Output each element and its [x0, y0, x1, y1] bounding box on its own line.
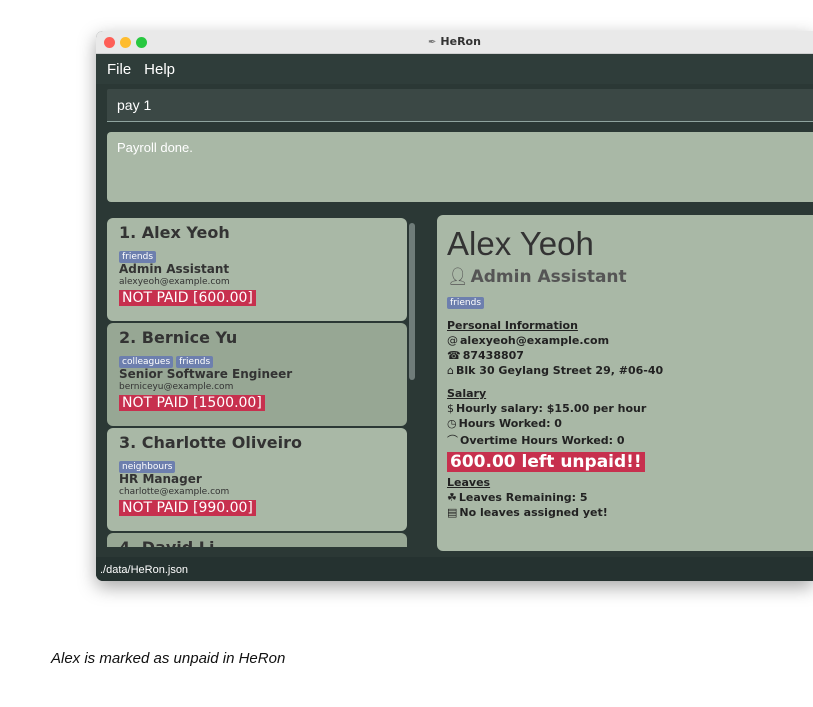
- app-window: ✒HeRon File Help Payroll done. 1. Alex Y…: [96, 31, 813, 581]
- person-email: berniceyu@example.com: [119, 382, 234, 392]
- payment-status: NOT PAID [600.00]: [119, 290, 256, 306]
- menu-bar: File Help: [96, 54, 813, 84]
- detail-address-text: Blk 30 Geylang Street 29, #06-40: [455, 364, 664, 377]
- menu-help[interactable]: Help: [144, 61, 175, 78]
- person-card[interactable]: 3. Charlotte Oliveiro neighbours HR Mana…: [107, 428, 407, 531]
- figure-caption: Alex is marked as unpaid in HeRon: [51, 650, 286, 667]
- overtime-icon: ⌒: [447, 434, 458, 447]
- person-detail-panel: Alex Yeoh 👤︎ Admin Assistant friends Pers…: [437, 215, 813, 551]
- person-role: HR Manager: [119, 472, 202, 486]
- dollar-icon: $: [447, 402, 454, 415]
- salary-heading: Salary: [447, 387, 487, 400]
- detail-email: @ alexyeoh@example.com: [447, 334, 803, 347]
- detail-email-text: alexyeoh@example.com: [460, 334, 610, 347]
- person-name: 1. Alex Yeoh: [119, 223, 230, 242]
- person-name: 3. Charlotte Oliveiro: [119, 433, 303, 452]
- detail-hours: ◷ Hours Worked: 0: [447, 417, 803, 430]
- leaves-icon: ☘: [447, 491, 457, 504]
- status-bar: ./data/HeRon.json: [96, 557, 813, 581]
- detail-phone: ☎ 87438807: [447, 349, 803, 362]
- detail-overtime: ⌒ Overtime Hours Worked: 0: [447, 432, 803, 448]
- detail-overtime-text: Overtime Hours Worked: 0: [460, 434, 625, 447]
- window-title: ✒ HeRon: [96, 35, 813, 48]
- person-email: alexyeoh@example.com: [119, 277, 230, 287]
- detail-leaves-remaining: ☘ Leaves Remaining: 5: [447, 491, 803, 504]
- detail-phone-text: 87438807: [462, 349, 524, 362]
- command-box: [107, 89, 813, 122]
- person-card[interactable]: 2. Bernice Yu colleagues friends Senior S…: [107, 323, 407, 426]
- menu-file[interactable]: File: [107, 61, 131, 78]
- house-icon: ⌂: [447, 364, 454, 377]
- title-bar: ✒ HeRon: [96, 31, 813, 54]
- person-role: Senior Software Engineer: [119, 367, 293, 381]
- window-title-text: HeRon: [440, 35, 481, 48]
- payment-status: NOT PAID [1500.00]: [119, 395, 265, 411]
- command-input[interactable]: [107, 89, 813, 121]
- detail-name: Alex Yeoh: [447, 225, 594, 262]
- detail-hours-text: Hours Worked: 0: [458, 417, 562, 430]
- feather-icon: ✒: [428, 37, 437, 48]
- calendar-icon: ▤: [447, 506, 458, 519]
- detail-leaves-remaining-text: Leaves Remaining: 5: [458, 491, 588, 504]
- list-scrollbar[interactable]: [409, 223, 415, 380]
- clock-icon: ◷: [447, 417, 457, 430]
- detail-hourly-text: Hourly salary: $15.00 per hour: [456, 402, 647, 415]
- detail-leaves-assigned: ▤ No leaves assigned yet!: [447, 506, 803, 519]
- person-icon: 👤︎: [447, 267, 469, 287]
- result-display: Payroll done.: [107, 132, 813, 202]
- personal-info-heading: Personal Information: [447, 319, 578, 332]
- person-card[interactable]: 1. Alex Yeoh friends Admin Assistant ale…: [107, 218, 407, 321]
- person-email: charlotte@example.com: [119, 487, 230, 497]
- unpaid-amount: 600.00 left unpaid!!: [447, 452, 645, 472]
- person-card[interactable]: 4. David Li: [107, 533, 407, 547]
- payment-status: NOT PAID [990.00]: [119, 500, 256, 516]
- leaves-heading: Leaves: [447, 476, 491, 489]
- detail-leaves-assigned-text: No leaves assigned yet!: [459, 506, 608, 519]
- person-name: 2. Bernice Yu: [119, 328, 238, 347]
- person-list[interactable]: 1. Alex Yeoh friends Admin Assistant ale…: [107, 218, 407, 547]
- tag: friends: [447, 297, 485, 309]
- detail-address: ⌂ Blk 30 Geylang Street 29, #06-40: [447, 364, 803, 377]
- phone-icon: ☎: [447, 349, 461, 362]
- detail-role-text: Admin Assistant: [470, 267, 627, 287]
- detail-role: 👤︎ Admin Assistant: [447, 267, 803, 287]
- detail-hourly: $ Hourly salary: $15.00 per hour: [447, 402, 803, 415]
- at-icon: @: [447, 334, 458, 347]
- person-role: Admin Assistant: [119, 262, 230, 276]
- person-name: 4. David Li: [119, 538, 395, 547]
